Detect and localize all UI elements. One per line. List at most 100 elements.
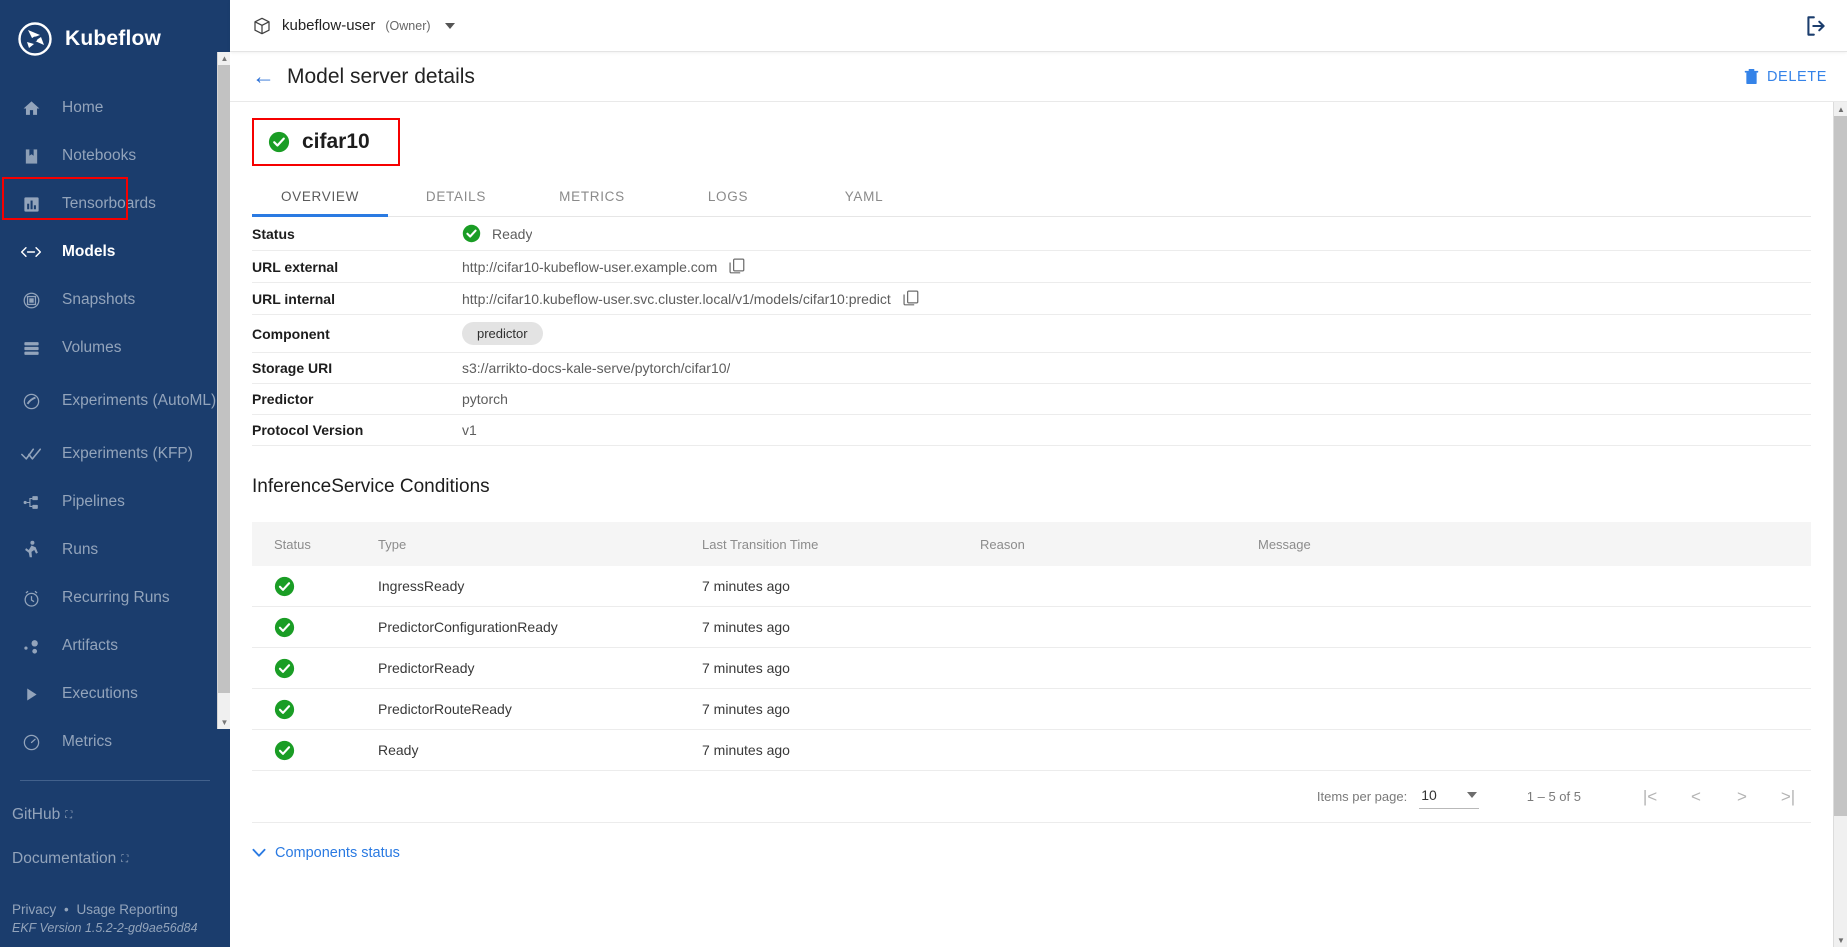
overview-detail-table: Status Ready URL external http://cifar10… (252, 217, 1811, 446)
detail-row-status: Status Ready (252, 217, 1811, 251)
detail-value: Ready (462, 217, 532, 250)
sidebar-item-volumes[interactable]: Volumes (0, 324, 230, 372)
sidebar-item-tensorboards[interactable]: Tensorboards (0, 180, 230, 228)
sidebar-item-models[interactable]: Models (0, 228, 230, 276)
server-name-row: cifar10 (230, 102, 1833, 166)
content-scrollbar[interactable]: ▲ ▼ (1833, 102, 1847, 947)
detail-key: Storage URI (252, 360, 333, 376)
sidebar-item-snapshots[interactable]: Snapshots (0, 276, 230, 324)
detail-row-predictor: Predictor pytorch (252, 384, 1811, 415)
row-last-transition-time: 7 minutes ago (702, 660, 790, 676)
items-per-page-select[interactable]: 10 (1419, 784, 1479, 809)
detail-value: http://cifar10.kubeflow-user.svc.cluster… (462, 283, 919, 314)
recurring-runs-icon (20, 587, 42, 609)
components-status-toggle[interactable]: Components status (252, 845, 1811, 861)
tab-overview[interactable]: OVERVIEW (252, 176, 388, 217)
logout-button[interactable] (1803, 13, 1829, 39)
sidebar-item-label: Runs (62, 541, 99, 558)
external-link-icon: ⛶ (121, 853, 129, 865)
conditions-section-title: InferenceService Conditions (252, 476, 490, 497)
sidebar-item-label: Pipelines (62, 493, 125, 510)
detail-value: predictor (462, 315, 543, 352)
detail-value: pytorch (462, 391, 508, 407)
sidebar-link-documentation[interactable]: Documentation ⛶ (0, 837, 230, 881)
sidebar-item-label: Experiments (KFP) (62, 445, 193, 462)
sidebar-item-experiments-automl[interactable]: Experiments (AutoML) (0, 372, 230, 430)
sidebar-item-notebooks[interactable]: Notebooks (0, 132, 230, 180)
row-last-transition-time: 7 minutes ago (702, 742, 790, 758)
scroll-up-icon[interactable]: ▲ (1834, 102, 1847, 116)
server-name-highlight-box: cifar10 (252, 118, 400, 166)
sidebar-item-label: Snapshots (62, 291, 136, 308)
sidebar-item-runs[interactable]: Runs (0, 526, 230, 574)
components-status-label: Components status (275, 845, 400, 861)
metrics-icon (20, 731, 42, 753)
tab-details[interactable]: DETAILS (388, 176, 524, 216)
detail-tabs: OVERVIEW DETAILS METRICS LOGS YAML (252, 176, 1811, 217)
items-per-page-value: 10 (1421, 787, 1437, 803)
sidebar-item-label: Volumes (62, 339, 122, 356)
page-title: Model server details (287, 64, 475, 88)
check-circle-icon (462, 224, 481, 243)
tab-metrics[interactable]: METRICS (524, 176, 660, 216)
detail-value: http://cifar10-kubeflow-user.example.com (462, 251, 745, 282)
usage-reporting-link[interactable]: Usage Reporting (77, 902, 178, 917)
detail-key: Protocol Version (252, 422, 364, 438)
detail-key: Component (252, 325, 330, 342)
delete-button[interactable]: DELETE (1744, 68, 1827, 85)
sidebar-nav: Home Notebooks Tensorboards Models Snaps… (0, 76, 230, 881)
content-scroll-region: cifar10 OVERVIEW DETAILS METRICS LOGS YA… (230, 102, 1833, 947)
namespace-role: (Owner) (385, 18, 431, 33)
tab-logs[interactable]: LOGS (660, 176, 796, 216)
check-circle-icon (274, 576, 378, 597)
conditions-table-header: Status Type Last Transition Time Reason … (252, 522, 1811, 566)
next-page-button[interactable]: > (1719, 787, 1765, 807)
sidebar-item-metrics[interactable]: Metrics (0, 718, 230, 766)
row-status-icon-cell (252, 617, 378, 638)
executions-icon (20, 683, 42, 705)
content-scrollbar-thumb[interactable] (1834, 116, 1847, 816)
sidebar-item-home[interactable]: Home (0, 84, 230, 132)
items-per-page-label: Items per page: (1316, 789, 1408, 804)
sidebar-item-artifacts[interactable]: Artifacts (0, 622, 230, 670)
sidebar-link-github[interactable]: GitHub ⛶ (0, 793, 230, 837)
sidebar-scrollbar[interactable]: ▲ ▼ (217, 52, 231, 729)
sidebar-item-executions[interactable]: Executions (0, 670, 230, 718)
detail-key: Predictor (252, 391, 314, 407)
paginator: Items per page: 10 1 – 5 of 5 |< < > >| (252, 771, 1811, 823)
experiments-kfp-icon (20, 443, 42, 465)
sidebar-item-recurring-runs[interactable]: Recurring Runs (0, 574, 230, 622)
version-label: EKF Version 1.5.2-2-gd9ae56d84 (12, 921, 198, 935)
copy-icon[interactable] (903, 290, 919, 307)
models-code-icon (20, 241, 42, 263)
detail-key: URL external (252, 258, 339, 275)
row-type: IngressReady (378, 578, 465, 594)
sidebar-item-label: Models (62, 243, 116, 260)
conditions-table: Status Type Last Transition Time Reason … (252, 522, 1811, 771)
column-header-last-transition-time: Last Transition Time (702, 536, 819, 552)
check-circle-icon (274, 740, 378, 761)
table-row: Ready 7 minutes ago (252, 730, 1811, 771)
experiments-automl-icon (20, 390, 42, 412)
last-page-button[interactable]: >| (1765, 787, 1811, 807)
first-page-button[interactable]: |< (1627, 787, 1673, 807)
row-type: Ready (378, 742, 419, 758)
copy-icon[interactable] (729, 258, 745, 275)
row-type: PredictorReady (378, 660, 475, 676)
sidebar-item-label: Home (62, 99, 104, 116)
sidebar-item-label: Experiments (AutoML) (62, 391, 217, 409)
content-wrapper: cifar10 OVERVIEW DETAILS METRICS LOGS YA… (230, 102, 1847, 947)
prev-page-button[interactable]: < (1673, 787, 1719, 807)
sidebar-item-experiments-kfp[interactable]: Experiments (KFP) (0, 430, 230, 478)
main-area: kubeflow-user (Owner) ← Model server det… (230, 0, 1847, 947)
sidebar-item-label: Recurring Runs (62, 589, 170, 606)
scroll-down-icon[interactable]: ▼ (1834, 933, 1847, 947)
namespace-selector[interactable]: kubeflow-user (Owner) (252, 16, 455, 36)
url-external-text: http://cifar10-kubeflow-user.example.com (462, 258, 718, 275)
sidebar-item-pipelines[interactable]: Pipelines (0, 478, 230, 526)
table-row: PredictorReady 7 minutes ago (252, 648, 1811, 689)
privacy-link[interactable]: Privacy (12, 902, 56, 917)
back-arrow-icon[interactable]: ← (252, 65, 275, 88)
row-status-icon-cell (252, 699, 378, 720)
tab-yaml[interactable]: YAML (796, 176, 932, 216)
